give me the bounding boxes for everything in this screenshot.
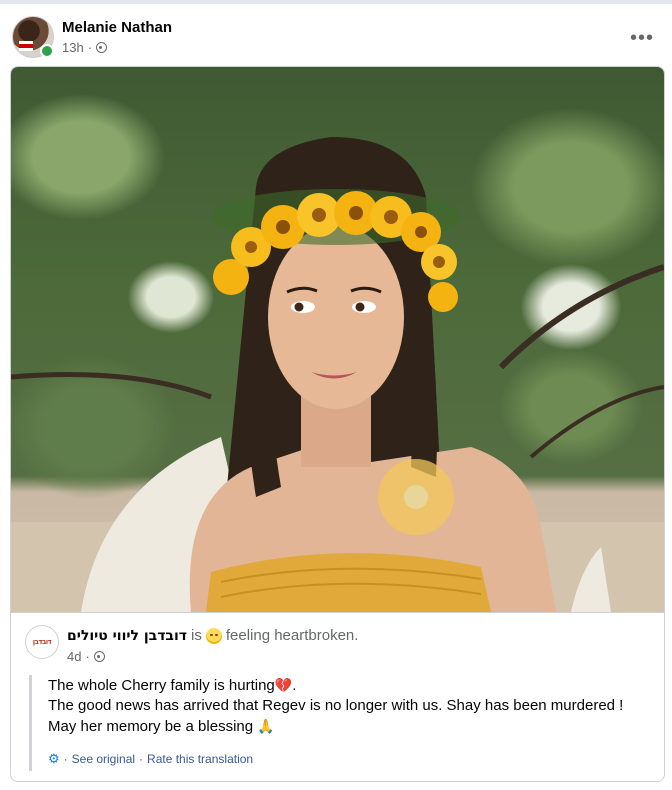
post-photo[interactable] — [11, 67, 664, 612]
author-name[interactable]: Melanie Nathan — [62, 19, 172, 36]
rate-translation-link[interactable]: Rate this translation — [147, 752, 253, 766]
post-header: Melanie Nathan 13h · ••• — [12, 14, 660, 62]
shared-time[interactable]: 4d — [67, 649, 81, 664]
translation-sep: · — [139, 752, 144, 766]
shared-post: דובדבן דובדבן ליווי טיולים is feeling he… — [10, 66, 665, 782]
post-card: Melanie Nathan 13h · ••• דובדבן דובדבן ל… — [0, 4, 672, 790]
see-original-link[interactable]: See original — [72, 752, 135, 766]
translation-sep: · — [63, 752, 68, 766]
translation-row: ⚙ · See original · Rate this translation — [48, 751, 253, 767]
post-meta: 13h · — [62, 40, 108, 55]
meta-separator: · — [85, 649, 90, 664]
praying-hands-icon: 🙏 — [257, 718, 275, 734]
shared-meta: 4d · — [67, 649, 105, 664]
pupil — [355, 302, 365, 312]
post-text-line-1-body: The whole Cherry family is hurting — [48, 677, 275, 694]
post-time[interactable]: 13h — [62, 40, 84, 55]
post-text-line-3-body: May her memory be a blessing — [48, 718, 254, 735]
sad-face-emoji-icon — [205, 627, 222, 644]
status-feeling: feeling heartbroken. — [225, 627, 359, 644]
shared-status: דובדבן דובדבן ליווי טיולים is feeling he… — [11, 612, 664, 781]
post-text-line-3: May her memory be a blessing 🙏 — [48, 716, 641, 737]
status-is: is — [191, 627, 202, 644]
globe-icon[interactable] — [96, 42, 108, 53]
more-options-glyph: ••• — [629, 27, 654, 49]
branch — [498, 264, 664, 370]
page-name[interactable]: דובדבן ליווי טיולים — [67, 628, 187, 644]
status-line: דובדבן ליווי טיולים is feeling heartbrok… — [67, 627, 358, 644]
pupil — [294, 302, 304, 312]
page-logo: דובדבן — [32, 638, 52, 646]
more-options-icon[interactable]: ••• — [624, 20, 660, 56]
branch — [11, 372, 212, 400]
post-text-line-2: The good news has arrived that Regev is … — [48, 697, 624, 714]
face — [268, 225, 404, 409]
author-avatar[interactable] — [12, 16, 54, 58]
gear-icon[interactable]: ⚙ — [48, 751, 60, 767]
broken-heart-icon: 💔 — [274, 677, 293, 693]
photo-illustration — [11, 137, 664, 612]
globe-icon[interactable] — [93, 651, 105, 662]
flag-icon — [19, 41, 33, 51]
post-text-line-1-tail: . — [292, 677, 297, 694]
page-avatar[interactable]: דובדבן — [25, 625, 59, 659]
branch — [529, 385, 664, 459]
post-text-block: The whole Cherry family is hurting💔. The… — [29, 675, 641, 771]
meta-separator: · — [87, 40, 93, 55]
painted-sunflower — [378, 459, 454, 535]
online-status-icon — [40, 44, 54, 58]
post-text-line-1: The whole Cherry family is hurting💔. — [48, 675, 641, 696]
